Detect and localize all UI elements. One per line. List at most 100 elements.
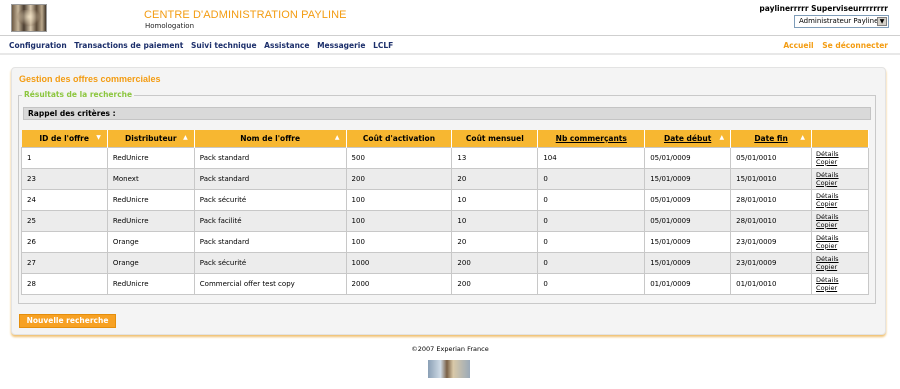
cell-name: Commercial offer test copy — [193, 272, 347, 295]
home-link[interactable]: Accueil — [783, 41, 813, 50]
copy-link[interactable]: Copier — [816, 200, 868, 208]
cell-name: Pack standard — [193, 230, 347, 253]
sort-asc-icon: ▲ — [800, 134, 806, 141]
chevron-down-icon[interactable]: ▼ — [877, 17, 887, 26]
cell-distributor: RedUnicre — [106, 209, 195, 232]
app-title: CENTRE D'ADMINISTRATION PAYLINE — [144, 9, 347, 21]
details-link[interactable]: Détails — [816, 150, 868, 158]
cell-actions: Détails Copier — [811, 251, 869, 274]
col-header-distributor[interactable]: Distributeur ▲ — [107, 130, 195, 147]
user-name: paylinerrrrr Superviseurrrrrrrr — [759, 4, 888, 13]
new-search-button[interactable]: Nouvelle recherche — [19, 314, 116, 328]
table-row: 1 RedUnicre Pack standard 500 13 104 05/01/000… — [21, 146, 869, 169]
sort-asc-icon: ▲ — [719, 134, 725, 141]
role-select[interactable]: Administrateur Payline ▼ — [794, 15, 889, 28]
cell-distributor: RedUnicre — [106, 146, 195, 169]
cell-distributor: Monext — [106, 167, 195, 190]
copy-link[interactable]: Copier — [816, 179, 868, 187]
copy-link[interactable]: Copier — [816, 263, 868, 271]
cell-monthly: 10 — [451, 188, 539, 211]
nav-menu: Configuration Transactions de paiement S… — [9, 41, 398, 50]
cell-distributor: RedUnicre — [106, 188, 195, 211]
cell-start-date: 05/01/0009 — [644, 209, 732, 232]
cell-activation: 1000 — [345, 251, 453, 274]
cell-activation: 100 — [345, 188, 453, 211]
cell-actions: Détails Copier — [811, 209, 869, 232]
cell-monthly: 20 — [451, 167, 539, 190]
details-link[interactable]: Détails — [816, 213, 868, 221]
cell-id: 28 — [21, 272, 108, 295]
cell-id: 23 — [21, 167, 108, 190]
sort-asc-icon: ▲ — [334, 134, 340, 141]
main-nav: Configuration Transactions de paiement S… — [0, 37, 900, 55]
details-link[interactable]: Détails — [816, 255, 868, 263]
details-link[interactable]: Détails — [816, 192, 868, 200]
cell-id: 24 — [21, 188, 108, 211]
col-header-id[interactable]: ID de l'offre ▼ — [21, 130, 108, 147]
col-header-monthly: Coût mensuel — [451, 130, 539, 147]
cell-id: 1 — [21, 146, 108, 169]
cell-merchants: 0 — [537, 251, 646, 274]
nav-item-messagerie[interactable]: Messagerie — [317, 41, 365, 50]
cell-name: Pack standard — [193, 146, 347, 169]
details-link[interactable]: Détails — [816, 171, 868, 179]
sort-asc-icon: ▲ — [183, 134, 188, 141]
table-row: 26 Orange Pack standard 100 20 0 15/01/0009 23/… — [21, 230, 869, 253]
cell-merchants: 0 — [537, 209, 646, 232]
cell-monthly: 200 — [451, 272, 539, 295]
results-legend: Résultats de la recherche — [22, 90, 135, 99]
cell-activation: 500 — [345, 146, 453, 169]
logout-link[interactable]: Se déconnecter — [822, 41, 888, 50]
cell-start-date: 15/01/0009 — [644, 230, 732, 253]
cell-name: Pack sécurité — [193, 251, 347, 274]
cell-end-date: 23/01/0009 — [730, 251, 813, 274]
copy-link[interactable]: Copier — [816, 284, 868, 292]
cell-monthly: 13 — [451, 146, 539, 169]
cell-end-date: 01/01/0010 — [730, 272, 813, 295]
nav-item-lclf[interactable]: LCLF — [373, 41, 393, 50]
cell-name: Pack sécurité — [193, 188, 347, 211]
cell-actions: Détails Copier — [811, 272, 869, 295]
cell-end-date: 23/01/0009 — [730, 230, 813, 253]
cell-start-date: 01/01/0009 — [644, 272, 732, 295]
cell-name: Pack standard — [193, 167, 347, 190]
table-row: 23 Monext Pack standard 200 20 0 15/01/0009 15/… — [21, 167, 869, 190]
cell-activation: 100 — [345, 230, 453, 253]
sort-desc-icon: ▼ — [96, 134, 101, 141]
col-header-activation: Coût d'activation — [346, 130, 453, 147]
col-header-start[interactable]: Date début ▲ — [644, 130, 732, 147]
cell-end-date: 15/01/0010 — [730, 167, 813, 190]
nav-item-transactions[interactable]: Transactions de paiement — [74, 41, 183, 50]
details-link[interactable]: Détails — [816, 234, 868, 242]
table-row: 24 RedUnicre Pack sécurité 100 10 0 05/01/0009… — [21, 188, 869, 211]
cell-id: 26 — [21, 230, 108, 253]
environment-label: Homologation — [145, 22, 195, 30]
copy-link[interactable]: Copier — [816, 221, 868, 229]
copy-link[interactable]: Copier — [816, 242, 868, 250]
col-header-name[interactable]: Nom de l'offre ▲ — [194, 130, 347, 147]
nav-item-assistance[interactable]: Assistance — [264, 41, 309, 50]
experian-logo — [428, 360, 470, 378]
cell-end-date: 05/01/0010 — [730, 146, 813, 169]
cell-start-date: 15/01/0009 — [644, 167, 732, 190]
cell-activation: 100 — [345, 209, 453, 232]
details-link[interactable]: Détails — [816, 276, 868, 284]
cell-monthly: 200 — [451, 251, 539, 274]
cell-monthly: 20 — [451, 230, 539, 253]
col-header-actions — [811, 130, 869, 147]
cell-start-date: 05/01/0009 — [644, 146, 732, 169]
nav-item-suivi-technique[interactable]: Suivi technique — [191, 41, 257, 50]
copy-link[interactable]: Copier — [816, 158, 868, 166]
copyright: ©2007 Experian France — [411, 345, 489, 353]
nav-item-configuration[interactable]: Configuration — [9, 41, 67, 50]
cell-merchants: 0 — [537, 272, 646, 295]
cell-start-date: 15/01/0009 — [644, 251, 732, 274]
payline-logo — [11, 4, 47, 32]
cell-end-date: 28/01/0010 — [730, 188, 813, 211]
cell-actions: Détails Copier — [811, 146, 869, 169]
col-header-end[interactable]: Date fin ▲ — [730, 130, 813, 147]
col-header-merchants[interactable]: Nb commerçants — [537, 130, 646, 147]
page-title: Gestion des offres commerciales — [19, 74, 161, 84]
cell-monthly: 10 — [451, 209, 539, 232]
cell-activation: 2000 — [345, 272, 453, 295]
